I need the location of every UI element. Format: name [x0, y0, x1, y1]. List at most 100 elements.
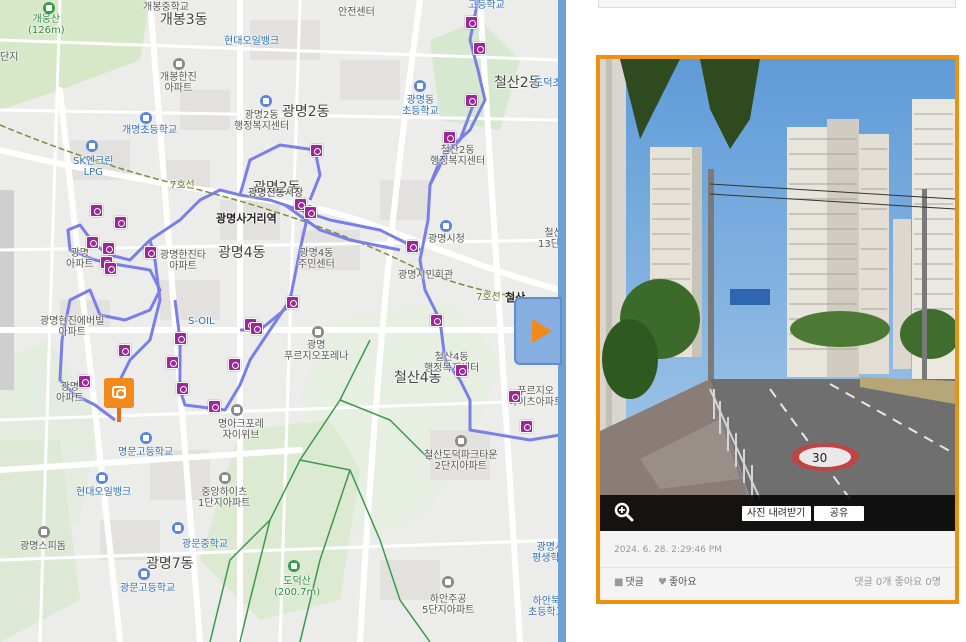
comment-like-counts: 댓글 0개 좋아요 0명 — [854, 577, 941, 588]
office-label: 광명2동 행정복지센터 — [234, 110, 290, 132]
apartment-icon — [442, 576, 454, 588]
camera-icon — [112, 386, 126, 399]
office-label: 철산2동 행정복지센터 — [430, 145, 486, 167]
mountain-label: 개웅산 (126m) — [28, 14, 65, 36]
office-label: 철산4동 행정복지센터 — [424, 352, 480, 374]
school-icon — [414, 80, 426, 92]
photo-marker[interactable] — [174, 332, 187, 345]
photo-marker[interactable] — [310, 144, 323, 157]
map-view[interactable]: 개웅산 (126m) 개봉중학교 개봉3동 현대오일뱅크 안전센터 단지 개봉한진… — [0, 0, 560, 642]
download-photo-button[interactable]: 사진 내려받기 — [742, 506, 811, 521]
district-label: 광명2동 — [282, 104, 330, 120]
apartment-label: 광명현진에버빌 아파트 — [40, 316, 105, 338]
school-label: 광문고등학교 — [120, 583, 176, 594]
poi-label: 안전센터 — [338, 7, 375, 18]
photo-marker[interactable] — [250, 322, 263, 335]
station-label: 광명사거리역 — [216, 212, 277, 225]
school-label: 개명초등학교 — [122, 125, 178, 136]
street-photo-image: 30 — [600, 59, 955, 531]
photo-marker[interactable] — [228, 358, 241, 371]
comment-button[interactable]: ■ 댓글 — [614, 577, 644, 589]
photo-marker[interactable] — [86, 236, 99, 249]
hall-label: 광명시민회관 — [398, 270, 454, 281]
apartment-label: 명아크포레 자이위브 — [218, 419, 264, 441]
photo-marker[interactable] — [465, 94, 478, 107]
photo-card: 30 사진 내려받기 공유 2024. 6. 28. 2:29:46 PM ■ 댓… — [596, 55, 959, 604]
school-label: 광문중학교 — [182, 539, 228, 550]
apartment-label: 하안주공 5단지아파트 — [422, 594, 475, 616]
photo-toolbar: 사진 내려받기 공유 — [600, 495, 955, 531]
apartment-icon — [455, 435, 467, 447]
school-label: 하안북초등학교 — [528, 596, 560, 618]
photo-marker[interactable] — [473, 42, 486, 55]
like-button[interactable]: ♥ 좋아요 — [658, 577, 697, 589]
photo-marker[interactable] — [104, 262, 117, 275]
svg-text:30: 30 — [812, 451, 827, 465]
gas-station-label: SK엔크린 LPG — [73, 156, 114, 178]
photo-marker[interactable] — [90, 204, 103, 217]
photo-marker[interactable] — [286, 296, 299, 309]
district-label: 광명7동 — [146, 556, 194, 572]
apartment-icon — [219, 472, 231, 484]
school-icon — [138, 568, 150, 580]
top-panel-box — [598, 0, 956, 8]
gas-station-icon — [96, 472, 108, 484]
mountain-icon — [288, 560, 300, 572]
school-label: 고등학교 — [468, 0, 505, 11]
photo-timestamp: 2024. 6. 28. 2:29:46 PM — [614, 545, 722, 555]
gas-station-icon — [86, 140, 98, 152]
photo-marker[interactable] — [166, 356, 179, 369]
stadium-icon — [38, 526, 50, 538]
photo-marker[interactable] — [520, 420, 533, 433]
photo-marker[interactable] — [176, 382, 189, 395]
gas-station-label: 현대오일뱅크 — [76, 487, 132, 498]
city-hall-icon — [440, 220, 452, 232]
photo-marker[interactable] — [114, 216, 127, 229]
photo-marker[interactable] — [406, 240, 419, 253]
school-icon — [140, 112, 152, 124]
school-label: 명문고등학교 — [118, 447, 174, 458]
apartment-label: 광명 푸르지오포레나 — [284, 340, 349, 362]
photo-marker[interactable] — [102, 242, 115, 255]
like-label: 좋아요 — [668, 577, 697, 588]
photo-marker[interactable] — [443, 131, 456, 144]
gas-station-label: S-OIL — [188, 316, 215, 327]
selected-photo-marker[interactable] — [104, 378, 134, 422]
poi-label: 단지 — [0, 52, 19, 63]
office-icon — [260, 95, 272, 107]
school-icon — [140, 432, 152, 444]
next-photo-button[interactable] — [514, 297, 562, 365]
photo-marker[interactable] — [118, 344, 131, 357]
school-label: 광명시평생학습 — [532, 542, 560, 564]
mountain-icon — [43, 2, 55, 14]
school-icon — [172, 522, 184, 534]
apartment-icon — [312, 326, 324, 338]
photo-marker[interactable] — [465, 16, 478, 29]
apartment-label: 광명 아파트 — [66, 248, 94, 270]
district-label: 광명4동 — [218, 245, 266, 261]
stadium-label: 광명스피돔 — [20, 541, 66, 552]
comment-icon: ■ — [614, 577, 624, 588]
photo-marker[interactable] — [455, 364, 468, 377]
office-label: 광명4동 주민센터 — [298, 248, 335, 270]
zoom-in-icon[interactable] — [614, 502, 634, 522]
photo-marker[interactable] — [430, 314, 443, 327]
photo-marker[interactable] — [144, 246, 157, 259]
school-label: 광명동 초등학교 — [402, 95, 439, 117]
apartment-label: 광명한진타 아파트 — [160, 250, 206, 272]
subway-line-label: 7호선 — [170, 180, 195, 191]
comment-label: 댓글 — [625, 577, 644, 588]
photo-marker[interactable] — [208, 400, 221, 413]
apartment-icon — [173, 58, 185, 70]
city-hall-label: 광명시청 — [428, 234, 465, 245]
heart-icon: ♥ — [658, 577, 667, 588]
photo-marker[interactable] — [508, 390, 521, 403]
mountain-label: 도덕산 (200.7m) — [274, 576, 321, 598]
school-label: 도덕초 — [534, 78, 560, 89]
photo-marker[interactable] — [78, 375, 91, 388]
share-button[interactable]: 공유 — [814, 506, 864, 521]
street-photo[interactable]: 30 사진 내려받기 공유 — [600, 59, 955, 531]
subway-line-label: 7호선 — [476, 292, 501, 303]
apartment-label: 철산13단지 — [538, 228, 560, 250]
photo-marker[interactable] — [304, 206, 317, 219]
